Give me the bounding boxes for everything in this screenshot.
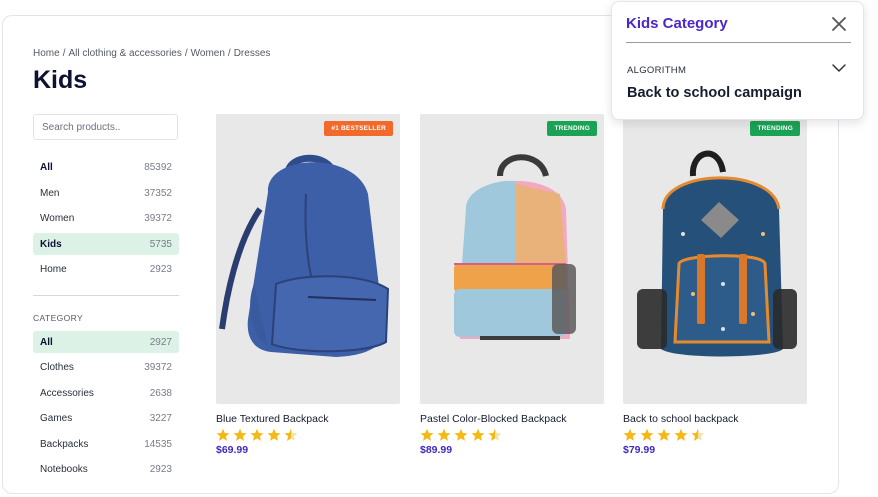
facet-label: Accessories bbox=[40, 387, 94, 399]
star-rating bbox=[623, 428, 807, 442]
star-icon bbox=[674, 428, 688, 441]
half-star-icon bbox=[691, 428, 705, 441]
star-icon bbox=[471, 428, 485, 441]
facet-label: Games bbox=[40, 412, 73, 424]
facet-count: 39372 bbox=[144, 212, 172, 224]
facet-count: 85392 bbox=[144, 161, 172, 173]
category-item-backpacks[interactable]: Backpacks 14535 bbox=[33, 433, 179, 455]
half-star-icon bbox=[488, 428, 502, 441]
product-name[interactable]: Pastel Color-Blocked Backpack bbox=[420, 413, 604, 425]
close-icon[interactable] bbox=[830, 15, 848, 33]
department-item-all[interactable]: All 85392 bbox=[33, 156, 179, 178]
star-icon bbox=[216, 428, 230, 441]
facet-count: 39372 bbox=[144, 361, 172, 373]
sidebar-divider bbox=[33, 295, 179, 296]
breadcrumb-home[interactable]: Home bbox=[33, 48, 60, 59]
star-icon bbox=[623, 428, 637, 441]
department-item-kids[interactable]: Kids 5735 bbox=[33, 233, 179, 255]
facet-count: 2638 bbox=[149, 387, 172, 399]
product-name[interactable]: Blue Textured Backpack bbox=[216, 413, 400, 425]
facet-label: All bbox=[40, 161, 53, 173]
star-icon bbox=[233, 428, 247, 441]
popup-divider bbox=[626, 42, 851, 43]
chevron-down-icon[interactable] bbox=[831, 62, 847, 74]
page-title: Kids bbox=[33, 66, 88, 94]
facet-count: 2927 bbox=[149, 336, 172, 348]
star-rating bbox=[216, 428, 400, 442]
department-item-men[interactable]: Men 37352 bbox=[33, 182, 179, 204]
popup-title: Kids Category bbox=[626, 15, 728, 32]
algorithm-label: ALGORITHM bbox=[627, 65, 687, 76]
star-icon bbox=[267, 428, 281, 441]
product-name[interactable]: Back to school backpack bbox=[623, 413, 807, 425]
facet-label: All bbox=[40, 336, 53, 348]
product-card[interactable]: TRENDING Back to school backpack $79.99 bbox=[623, 114, 807, 456]
facet-count: 2923 bbox=[149, 263, 172, 275]
star-icon bbox=[437, 428, 451, 441]
star-icon bbox=[250, 428, 264, 441]
facet-label: Home bbox=[40, 263, 67, 275]
facet-label: Clothes bbox=[40, 361, 74, 373]
breadcrumb: Home / All clothing & accessories / Women / Dr… bbox=[33, 48, 271, 59]
badge-trending: TRENDING bbox=[547, 121, 597, 136]
star-icon bbox=[640, 428, 654, 441]
product-price: $79.99 bbox=[623, 444, 656, 456]
backpack-illustration bbox=[454, 154, 576, 340]
category-item-notebooks[interactable]: Notebooks 2923 bbox=[33, 458, 179, 480]
navy-patterned-backpack-image[interactable]: TRENDING bbox=[623, 114, 807, 404]
facet-count: 37352 bbox=[144, 187, 172, 199]
badge-trending: TRENDING bbox=[750, 121, 800, 136]
product-card[interactable]: TRENDING Pastel Color-Blocked Backpack $… bbox=[420, 114, 604, 456]
category-item-games[interactable]: Games 3227 bbox=[33, 407, 179, 429]
department-item-women[interactable]: Women 39372 bbox=[33, 207, 179, 229]
breadcrumb-women[interactable]: Women bbox=[191, 48, 225, 59]
facet-label: Kids bbox=[40, 238, 62, 250]
backpack-illustration bbox=[219, 154, 390, 357]
blue-textured-backpack-image[interactable]: #1 BESTSELLER bbox=[216, 114, 400, 404]
backpack-illustration bbox=[637, 150, 797, 357]
algorithm-value[interactable]: Back to school campaign bbox=[627, 85, 802, 101]
facet-count: 2923 bbox=[149, 463, 172, 475]
facet-label: Notebooks bbox=[40, 463, 88, 475]
facet-label: Men bbox=[40, 187, 60, 199]
badge-bestseller: #1 BESTSELLER bbox=[324, 121, 393, 136]
department-item-home[interactable]: Home 2923 bbox=[33, 258, 179, 280]
star-icon bbox=[420, 428, 434, 441]
star-rating bbox=[420, 428, 604, 442]
category-item-all[interactable]: All 2927 bbox=[33, 331, 179, 353]
facet-count: 5735 bbox=[149, 238, 172, 250]
category-item-clothes[interactable]: Clothes 39372 bbox=[33, 356, 179, 378]
breadcrumb-all-clothing[interactable]: All clothing & accessories bbox=[68, 48, 181, 59]
product-price: $89.99 bbox=[420, 444, 453, 456]
category-item-accessories[interactable]: Accessories 2638 bbox=[33, 382, 179, 404]
category-heading: CATEGORY bbox=[33, 313, 84, 323]
search-input[interactable] bbox=[33, 114, 178, 140]
kids-category-popup: Kids Category ALGORITHM Back to school c… bbox=[611, 1, 864, 120]
pastel-backpack-image[interactable]: TRENDING bbox=[420, 114, 604, 404]
product-card[interactable]: #1 BESTSELLER Blue Textured Backpack $69… bbox=[216, 114, 400, 456]
facet-count: 14535 bbox=[144, 438, 172, 450]
breadcrumb-dresses[interactable]: Dresses bbox=[234, 48, 271, 59]
product-price: $69.99 bbox=[216, 444, 249, 456]
facet-label: Backpacks bbox=[40, 438, 89, 450]
facet-count: 3227 bbox=[149, 412, 172, 424]
facet-label: Women bbox=[40, 212, 75, 224]
half-star-icon bbox=[284, 428, 298, 441]
star-icon bbox=[657, 428, 671, 441]
star-icon bbox=[454, 428, 468, 441]
